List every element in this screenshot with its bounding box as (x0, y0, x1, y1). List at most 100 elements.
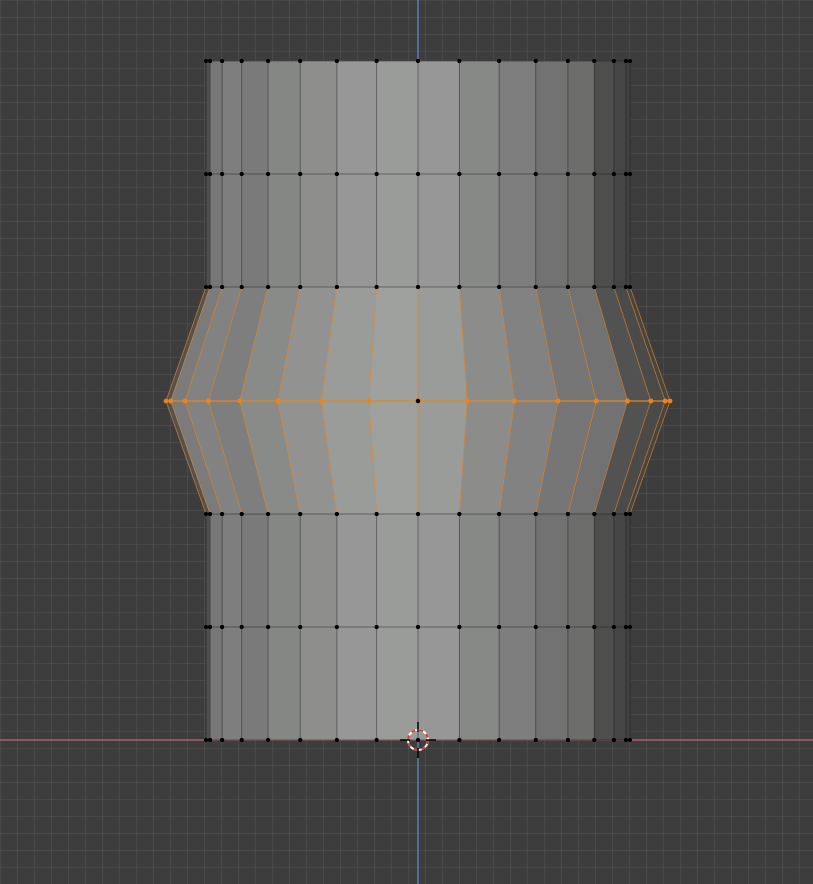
mesh-face (336, 60, 377, 175)
mesh-face (593, 513, 615, 628)
mesh-face (241, 173, 269, 288)
mesh-face (417, 173, 460, 288)
mesh-face (368, 400, 419, 515)
mesh-face (336, 513, 377, 628)
mesh-face (459, 626, 500, 741)
mesh-vertex (611, 59, 616, 63)
mesh-vertex (239, 625, 244, 629)
mesh-face (535, 513, 569, 628)
mesh-vertex (623, 59, 628, 63)
mesh-vertex (457, 172, 462, 176)
mesh-vertex (298, 172, 303, 176)
mesh-face (498, 626, 537, 741)
mesh-face (376, 513, 419, 628)
mesh-face (593, 60, 615, 175)
mesh-face (417, 286, 468, 402)
mesh-vertex (239, 59, 244, 63)
selected-vertex (163, 398, 169, 404)
mesh-face (593, 173, 615, 288)
mesh-vertex (334, 738, 339, 742)
mesh-face (209, 626, 223, 741)
mesh-face (535, 626, 569, 741)
mesh-vertex (334, 172, 339, 176)
mesh-vertex (623, 512, 628, 516)
mesh-face (625, 60, 631, 175)
mesh-vertex (457, 738, 462, 742)
mesh-vertex (565, 738, 570, 742)
mesh-vertex (208, 738, 213, 742)
mesh-vertex (204, 512, 208, 516)
mesh-vertex (592, 625, 597, 629)
mesh-face (459, 173, 500, 288)
mesh-vertex (623, 285, 628, 289)
mesh-face (376, 173, 419, 288)
mesh-vertex (565, 625, 570, 629)
viewport-scene[interactable] (0, 0, 813, 884)
mesh-vertex (334, 285, 339, 289)
mesh-face (205, 626, 211, 741)
mesh-vertex (533, 738, 538, 742)
mesh-vertex (497, 285, 502, 289)
mesh-face (221, 513, 243, 628)
selected-vertex (464, 398, 470, 404)
mesh-vertex (334, 59, 339, 63)
mesh-vertex (374, 285, 379, 289)
selected-vertex (366, 398, 372, 404)
mesh-vertex (565, 512, 570, 516)
3d-viewport[interactable] (0, 0, 813, 884)
mesh-face (417, 60, 460, 175)
mesh-face (336, 173, 377, 288)
mesh-face (459, 60, 500, 175)
mesh-face (625, 513, 631, 628)
mesh-face (241, 513, 269, 628)
mesh-face (299, 173, 338, 288)
mesh-vertex (298, 59, 303, 63)
mesh-vertex (592, 172, 597, 176)
mesh-face (221, 626, 243, 741)
mesh-vertex (220, 625, 225, 629)
mesh-vertex (628, 625, 632, 629)
mesh-vertex (374, 625, 379, 629)
mesh-vertex (208, 59, 213, 63)
selected-vertex (555, 398, 561, 404)
mesh-face (567, 173, 595, 288)
mesh-vertex (533, 625, 538, 629)
mesh-vertex (374, 172, 379, 176)
mesh-face (299, 626, 338, 741)
selected-vertex (662, 398, 668, 404)
mesh-vertex (565, 59, 570, 63)
mesh-vertex (374, 512, 379, 516)
mesh-vertex (497, 512, 502, 516)
mesh-face (498, 513, 537, 628)
mesh-vertex (208, 512, 213, 516)
mesh-face (417, 400, 468, 515)
mesh-vertex (628, 738, 632, 742)
mesh-face (625, 173, 631, 288)
mesh-vertex (239, 512, 244, 516)
selected-vertex (648, 398, 654, 404)
mesh-vertex (497, 59, 502, 63)
mesh-vertex (457, 625, 462, 629)
mesh-vertex (239, 738, 244, 742)
mesh-vertex (611, 172, 616, 176)
selected-vertex (237, 398, 243, 404)
mesh-face (221, 173, 243, 288)
mesh-vertex (298, 512, 303, 516)
mesh-vertex (266, 738, 271, 742)
selected-vertex (168, 398, 174, 404)
mesh-face (498, 173, 537, 288)
mesh-vertex (239, 285, 244, 289)
mesh-vertex (298, 285, 303, 289)
mesh-vertex (298, 625, 303, 629)
selected-vertex (512, 398, 517, 404)
mesh-vertex (623, 172, 628, 176)
mesh-vertex (592, 285, 597, 289)
mesh-face (567, 60, 595, 175)
selected-vertex (206, 398, 211, 404)
mesh-face (417, 513, 460, 628)
mesh-vertex (592, 512, 597, 516)
mesh-face (376, 60, 419, 175)
mesh-face (567, 626, 595, 741)
mesh-vertex (497, 172, 502, 176)
selected-vertex (593, 398, 599, 404)
